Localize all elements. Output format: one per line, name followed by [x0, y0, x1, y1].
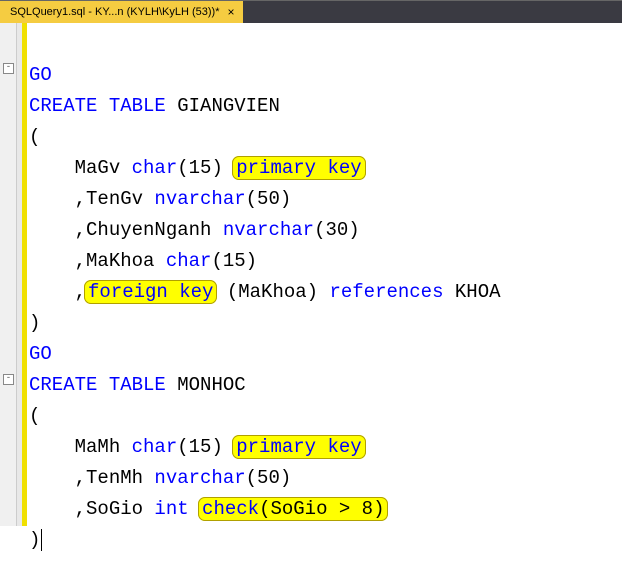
- text: (50): [246, 467, 292, 489]
- tab-bar: SQLQuery1.sql - KY...n (KYLH\KyLH (53))*…: [0, 1, 622, 23]
- highlight: foreign key: [84, 280, 217, 304]
- highlight: primary key: [232, 156, 365, 180]
- text: ,: [29, 281, 86, 303]
- text: KHOA: [444, 281, 501, 303]
- text: (15): [177, 436, 234, 458]
- text: (SoGio > 8): [259, 498, 384, 520]
- datatype: nvarchar: [223, 219, 314, 241]
- keyword: references: [329, 281, 443, 303]
- column-def: ,MaKhoa: [29, 250, 166, 272]
- paren: ): [29, 529, 40, 551]
- keyword: GO: [29, 343, 52, 365]
- datatype: nvarchar: [154, 467, 245, 489]
- keyword: foreign key: [88, 281, 213, 303]
- collapse-icon[interactable]: -: [3, 374, 14, 385]
- tab-title: SQLQuery1.sql - KY...n (KYLH\KyLH (53))*: [10, 6, 220, 18]
- keyword: check: [202, 498, 259, 520]
- paren: (: [29, 405, 40, 427]
- column-def: ,SoGio: [29, 498, 154, 520]
- identifier: MONHOC: [166, 374, 246, 396]
- datatype: int: [154, 498, 188, 520]
- datatype: char: [166, 250, 212, 272]
- text: (50): [246, 188, 292, 210]
- keyword: TABLE: [109, 95, 166, 117]
- keyword: GO: [29, 64, 52, 86]
- highlight: primary key: [232, 435, 365, 459]
- keyword: CREATE: [29, 374, 97, 396]
- identifier: GIANGVIEN: [166, 95, 280, 117]
- text: (15): [177, 157, 234, 179]
- datatype: char: [132, 436, 178, 458]
- code-editor[interactable]: - - GO CREATE TABLE GIANGVIEN ( MaGv cha…: [0, 23, 622, 526]
- keyword: CREATE: [29, 95, 97, 117]
- keyword: primary key: [236, 436, 361, 458]
- outline-bar: [17, 23, 22, 526]
- datatype: char: [132, 157, 178, 179]
- text-cursor: [41, 529, 42, 551]
- keyword: primary key: [236, 157, 361, 179]
- paren: (: [29, 126, 40, 148]
- datatype: nvarchar: [154, 188, 245, 210]
- paren: ): [29, 312, 40, 334]
- gutter: - -: [0, 23, 17, 526]
- column-def: MaGv: [29, 157, 132, 179]
- highlight: check(SoGio > 8): [198, 497, 388, 521]
- column-def: ,ChuyenNganh: [29, 219, 223, 241]
- collapse-icon[interactable]: -: [3, 63, 14, 74]
- file-tab[interactable]: SQLQuery1.sql - KY...n (KYLH\KyLH (53))*…: [0, 1, 243, 23]
- column-def: MaMh: [29, 436, 132, 458]
- column-def: ,TenMh: [29, 467, 154, 489]
- text: (MaKhoa): [215, 281, 329, 303]
- code-area[interactable]: GO CREATE TABLE GIANGVIEN ( MaGv char(15…: [27, 23, 501, 526]
- keyword: TABLE: [109, 374, 166, 396]
- column-def: ,TenGv: [29, 188, 154, 210]
- text: (30): [314, 219, 360, 241]
- text: (15): [211, 250, 257, 272]
- close-icon[interactable]: ×: [226, 6, 237, 18]
